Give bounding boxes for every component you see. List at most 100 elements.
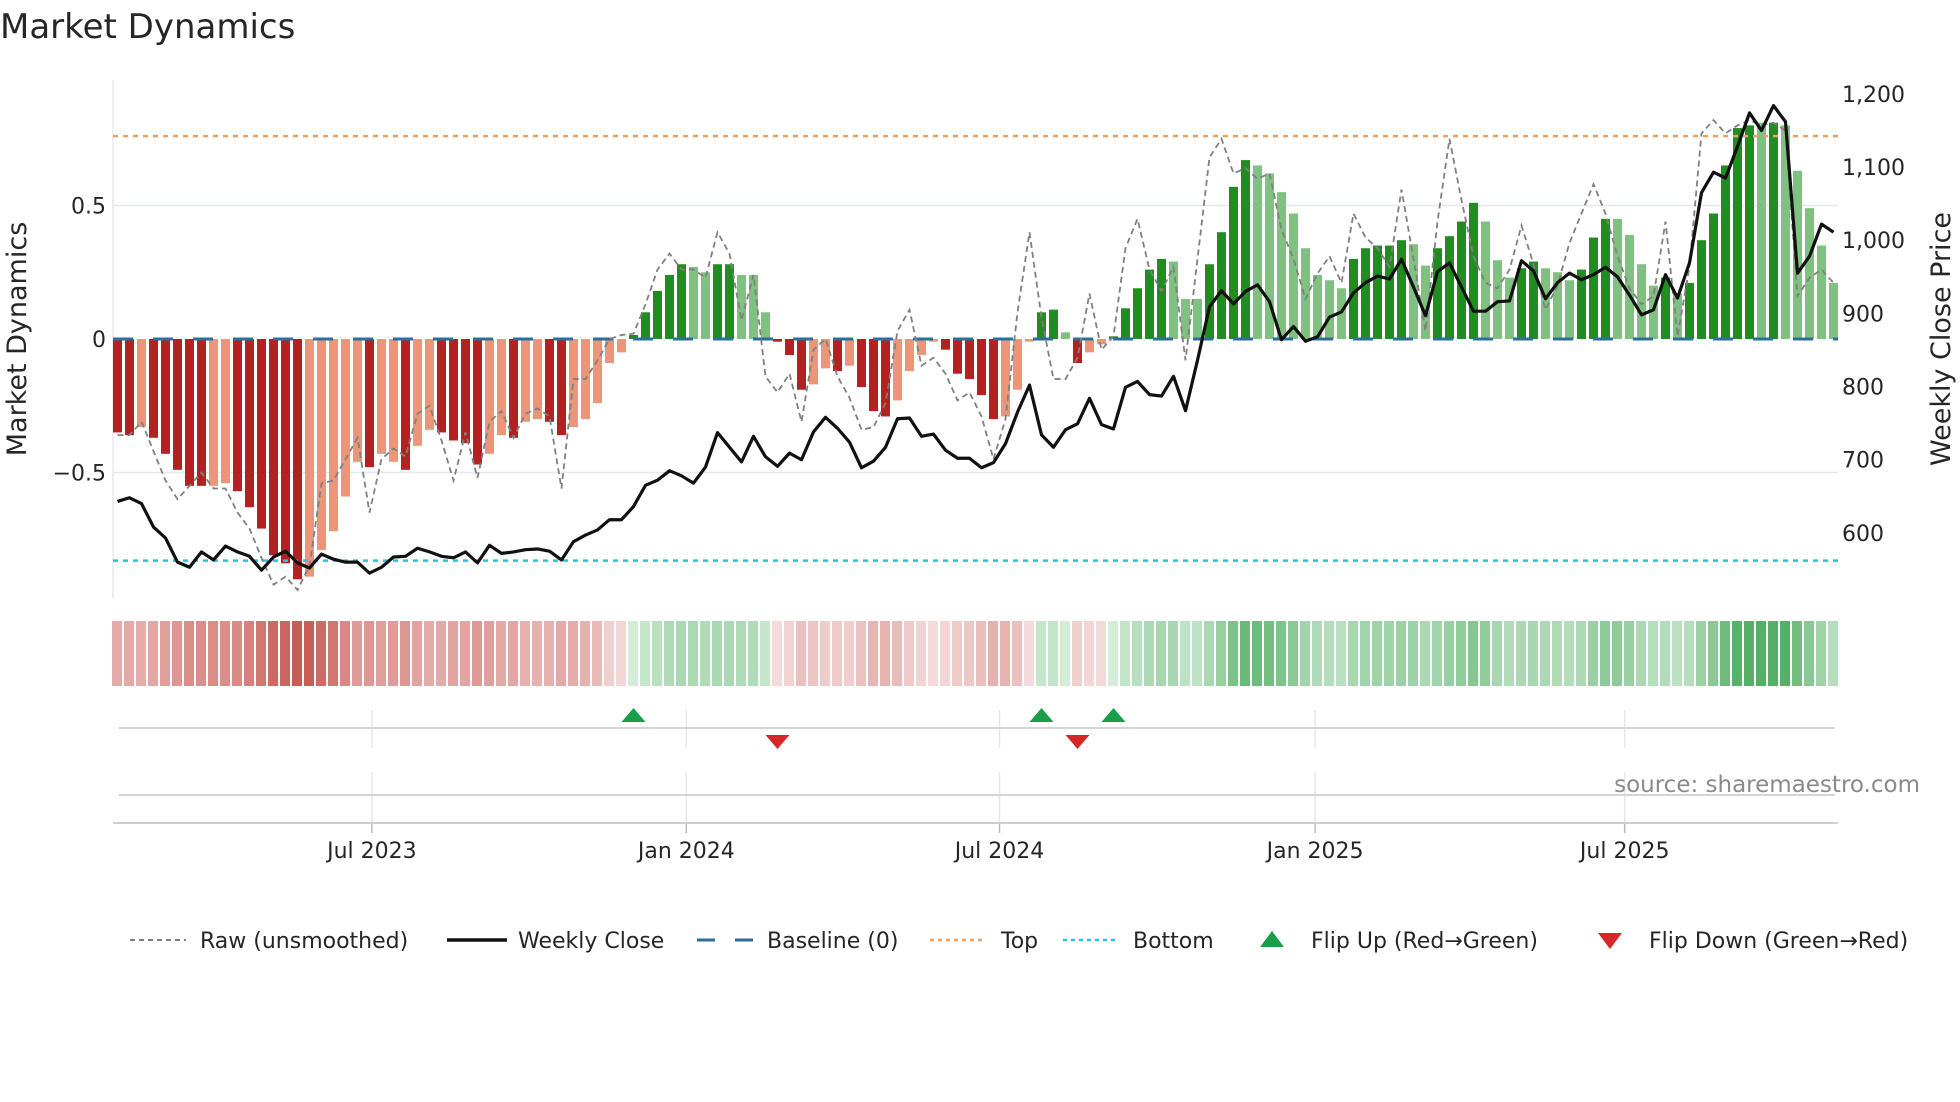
heatmap-cell	[820, 621, 830, 686]
dynamics-bar	[473, 339, 482, 465]
dynamics-bar	[149, 339, 158, 438]
heatmap-cell	[532, 621, 542, 686]
dynamics-bar	[1373, 245, 1382, 339]
dynamics-bar	[113, 339, 122, 433]
dynamics-bar	[593, 339, 602, 404]
heatmap-cell	[652, 621, 662, 686]
heatmap-cell	[1660, 621, 1670, 686]
dynamics-bar	[413, 339, 422, 446]
heatmap-cell	[1264, 621, 1274, 686]
dynamics-bar	[1601, 218, 1610, 339]
x-tick-label: Jan 2024	[636, 839, 735, 864]
dynamics-bar	[761, 312, 770, 339]
heatmap-cell	[1084, 621, 1094, 686]
dynamics-bar	[857, 339, 866, 388]
dynamics-bar	[461, 339, 470, 444]
dynamics-bar	[509, 339, 518, 438]
legend-swatch-flipdown	[1598, 933, 1622, 949]
dynamics-bar	[1757, 122, 1766, 339]
x-tick-label: Jan 2025	[1265, 839, 1364, 864]
dynamics-bar	[1049, 309, 1058, 339]
y-axis-label-left: Market Dynamics	[2, 222, 33, 457]
dynamics-bar	[545, 339, 554, 422]
flip-up-marker	[1029, 708, 1054, 722]
heatmap-cell	[436, 621, 446, 686]
heatmap-cell	[460, 621, 470, 686]
heatmap-cell	[1048, 621, 1058, 686]
dynamics-bar	[1325, 280, 1334, 339]
heatmap-cell	[1288, 621, 1298, 686]
dynamics-bar	[653, 290, 662, 339]
heatmap-cell	[472, 621, 482, 686]
heatmap-cell	[1324, 621, 1334, 686]
y-tick-label-right: 1,000	[1842, 229, 1905, 254]
heatmap-cell	[1000, 621, 1010, 686]
heatmap-cell	[1636, 621, 1646, 686]
dynamics-bar	[389, 339, 398, 462]
dynamics-bar	[197, 339, 206, 486]
dynamics-bar	[449, 339, 458, 441]
dynamics-bar	[1493, 260, 1502, 339]
dynamics-bar	[665, 274, 674, 339]
dynamics-bar	[605, 339, 614, 364]
heatmap-cell	[1408, 621, 1418, 686]
heatmap-cell	[1468, 621, 1478, 686]
heatmap-cell	[352, 621, 362, 686]
dynamics-bar	[329, 339, 338, 532]
heatmap-cell	[1372, 621, 1382, 686]
y-tick-label-right: 1,200	[1842, 83, 1905, 108]
heatmap-cell	[1540, 621, 1550, 686]
heatmap-cell	[328, 621, 338, 686]
heatmap-cell	[916, 621, 926, 686]
heatmap-cell	[400, 621, 410, 686]
heatmap-cell	[904, 621, 914, 686]
heatmap-cell	[1096, 621, 1106, 686]
dynamics-bar	[701, 272, 710, 339]
y-tick-label-right: 700	[1842, 449, 1884, 474]
heatmap-cell	[1228, 621, 1238, 686]
dynamics-bar	[1385, 245, 1394, 339]
heatmap-cell	[844, 621, 854, 686]
heatmap-cell	[748, 621, 758, 686]
heatmap-cell	[976, 621, 986, 686]
y-tick-label-right: 800	[1842, 376, 1884, 401]
y-tick-label-left: 0.5	[71, 194, 106, 219]
dynamics-bar	[1121, 308, 1130, 339]
heatmap-cell	[1612, 621, 1622, 686]
dynamics-bar	[1253, 165, 1262, 339]
heatmap-cell	[1444, 621, 1454, 686]
legend-label-flipdown: Flip Down (Green→Red)	[1649, 929, 1908, 954]
heatmap-cell	[664, 621, 674, 686]
flip-up-marker	[1101, 708, 1126, 722]
raw-line	[117, 118, 1835, 592]
heatmap-cell	[544, 621, 554, 686]
y-tick-label-right: 1,100	[1842, 156, 1905, 181]
heatmap-cell	[124, 621, 134, 686]
heatmap-cell	[688, 621, 698, 686]
heatmap-cell	[1024, 621, 1034, 686]
dynamics-bar	[773, 339, 782, 342]
dynamics-bar	[677, 264, 686, 339]
dynamics-bar	[821, 339, 830, 369]
dynamics-bar	[809, 339, 818, 385]
heatmap-cell	[580, 621, 590, 686]
heatmap-cell	[1432, 621, 1442, 686]
legend-label-flipup: Flip Up (Red→Green)	[1311, 929, 1538, 954]
dynamics-bar	[1481, 221, 1490, 339]
heatmap-cell	[244, 621, 254, 686]
heatmap-cell	[868, 621, 878, 686]
heatmap-cell	[1072, 621, 1082, 686]
heatmap-cell	[1624, 621, 1634, 686]
heatmap-cell	[760, 621, 770, 686]
dynamics-bar	[173, 339, 182, 470]
heatmap-cell	[988, 621, 998, 686]
heatmap-cell	[280, 621, 290, 686]
dynamics-bar	[1361, 248, 1370, 339]
dynamics-bar	[617, 339, 626, 353]
legend-label-close: Weekly Close	[518, 929, 664, 954]
heatmap-cell	[1648, 621, 1658, 686]
dynamics-bar	[1769, 122, 1778, 339]
dynamics-bar	[1469, 202, 1478, 339]
heatmap-cell	[1012, 621, 1022, 686]
heatmap-cell	[376, 621, 386, 686]
